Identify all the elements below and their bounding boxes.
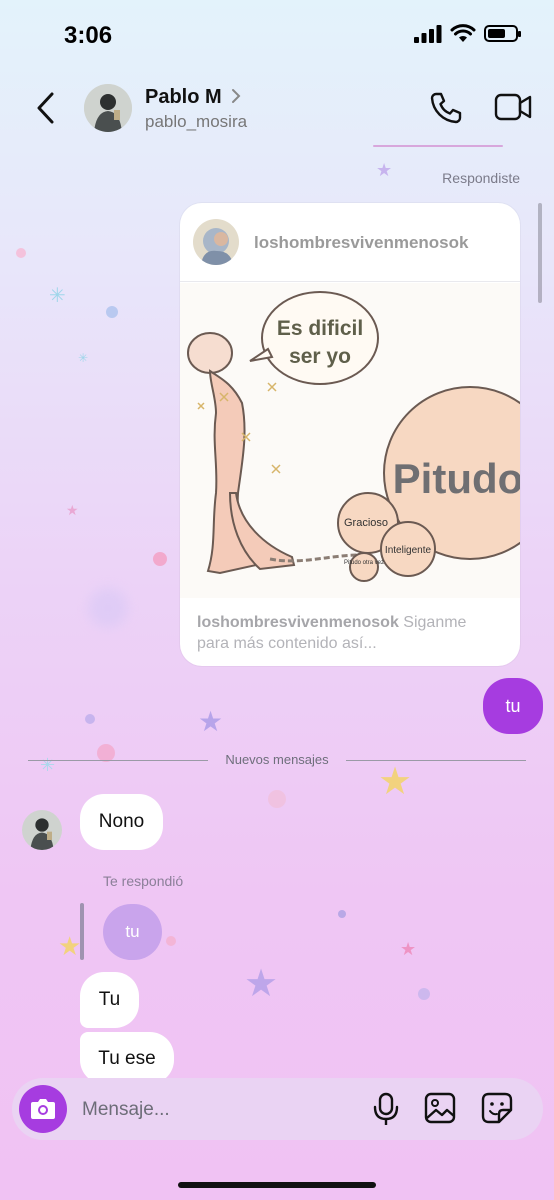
post-caption-username[interactable]: loshombresvivenmenosok bbox=[197, 614, 399, 631]
status-time: 3:06 bbox=[64, 22, 113, 49]
post-caption: loshombresvivenmenosok Siganme para más … bbox=[197, 612, 502, 654]
back-chevron-icon[interactable] bbox=[30, 90, 64, 126]
wifi-icon bbox=[450, 24, 476, 42]
their-message-text: Tu ese bbox=[98, 1048, 156, 1069]
camera-button[interactable] bbox=[19, 1085, 67, 1133]
dot-decoration bbox=[88, 588, 128, 628]
quote-bar bbox=[80, 903, 84, 960]
chat-header: Pablo M pablo_mosira bbox=[0, 76, 554, 142]
contact-avatar[interactable] bbox=[84, 84, 132, 132]
my-message-bubble[interactable]: tu bbox=[483, 678, 543, 734]
camera-icon bbox=[31, 1099, 55, 1119]
status-icons bbox=[414, 24, 521, 43]
star-decoration: ✳ bbox=[78, 351, 89, 365]
previous-message-edge bbox=[373, 145, 503, 147]
dot-decoration bbox=[16, 248, 26, 258]
new-messages-divider: Nuevos mensajes bbox=[28, 752, 526, 770]
post-image-ball-tiny: Pitudo otra vez bbox=[344, 560, 384, 566]
post-image[interactable]: Es dificil ser yo Pitudo Gracioso Inteli… bbox=[180, 283, 520, 598]
dot-decoration bbox=[85, 714, 95, 724]
shared-post-card[interactable]: loshombresvivenmenosok Es dificil ser yo… bbox=[180, 203, 520, 666]
microphone-icon[interactable] bbox=[372, 1092, 400, 1126]
quoted-message-text: tu bbox=[125, 922, 140, 941]
dot-decoration bbox=[106, 306, 118, 318]
post-image-bubble-line1: Es dificil bbox=[277, 317, 363, 340]
their-message-bubble[interactable]: Tu bbox=[80, 972, 139, 1028]
post-image-bubble-line2: ser yo bbox=[289, 345, 351, 368]
post-author-avatar[interactable] bbox=[193, 219, 239, 265]
message-composer bbox=[12, 1078, 543, 1140]
my-message-text: tu bbox=[505, 696, 521, 716]
dot-decoration bbox=[418, 988, 430, 1000]
signal-icon bbox=[414, 24, 442, 43]
star-decoration: ★ bbox=[66, 503, 79, 519]
message-input[interactable] bbox=[80, 1086, 364, 1134]
star-decoration: ★ bbox=[376, 160, 393, 181]
their-message-bubble[interactable]: Tu ese bbox=[80, 1032, 174, 1084]
their-message-text: Tu bbox=[98, 989, 121, 1010]
star-decoration: ★ bbox=[244, 961, 279, 1005]
phone-icon[interactable] bbox=[428, 90, 464, 126]
post-image-ball-big: Pitudo bbox=[393, 455, 520, 502]
star-decoration: ★ bbox=[198, 705, 224, 738]
sticker-icon[interactable] bbox=[481, 1092, 513, 1124]
dot-decoration bbox=[338, 910, 346, 918]
dot-decoration bbox=[268, 790, 286, 808]
star-decoration: ★ bbox=[58, 932, 82, 962]
scrollbar[interactable] bbox=[538, 203, 542, 303]
their-message-text: Nono bbox=[98, 811, 145, 832]
sender-avatar[interactable] bbox=[22, 810, 62, 850]
star-decoration: ★ bbox=[400, 939, 417, 960]
post-divider bbox=[180, 281, 520, 282]
post-username[interactable]: loshombresvivenmenosok bbox=[254, 233, 468, 253]
divider-line bbox=[346, 760, 526, 761]
video-camera-icon[interactable] bbox=[494, 90, 534, 124]
post-image-ball-small: Inteligente bbox=[385, 545, 432, 556]
dot-decoration bbox=[153, 552, 167, 566]
contact-name[interactable]: Pablo M bbox=[145, 86, 222, 109]
dot-decoration bbox=[166, 936, 176, 946]
their-message-bubble[interactable]: Nono bbox=[80, 794, 163, 850]
replied-label: Respondiste bbox=[442, 170, 520, 186]
battery-icon bbox=[484, 25, 521, 42]
chevron-right-icon[interactable] bbox=[230, 87, 242, 105]
replied-to-you-label: Te respondió bbox=[103, 873, 184, 889]
post-image-ball-mid: Gracioso bbox=[344, 517, 388, 529]
image-icon[interactable] bbox=[424, 1092, 456, 1124]
contact-handle[interactable]: pablo_mosira bbox=[145, 112, 247, 132]
quoted-message-bubble[interactable]: tu bbox=[103, 904, 162, 960]
star-decoration: ✳ bbox=[49, 283, 66, 307]
home-indicator[interactable] bbox=[178, 1182, 376, 1188]
